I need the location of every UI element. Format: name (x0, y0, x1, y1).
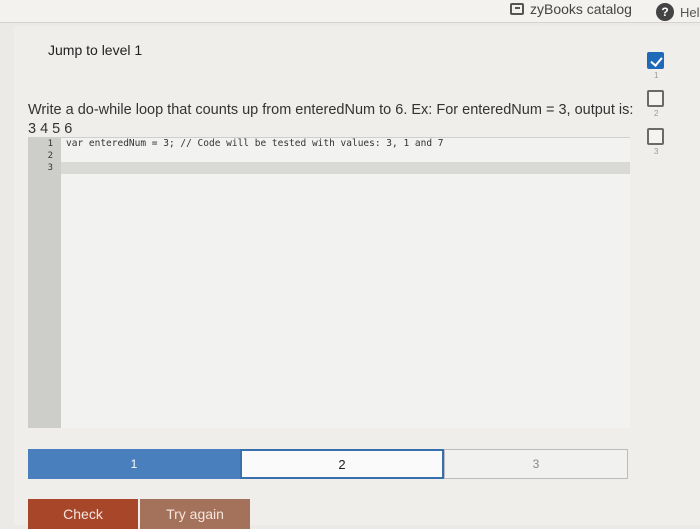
zybooks-catalog-link[interactable]: zyBooks catalog (510, 0, 632, 18)
progress-segment-3[interactable]: 3 (444, 449, 628, 479)
code-line-current[interactable] (61, 162, 630, 174)
level-title: Jump to level 1 (48, 42, 143, 58)
level-indicator-3[interactable]: 3 (644, 128, 674, 166)
progress-segment-1[interactable]: 1 (28, 449, 240, 479)
progress-segment-2[interactable]: 2 (240, 449, 444, 479)
help-link[interactable]: ? Help (656, 3, 700, 21)
code-area[interactable]: var enteredNum = 3; // Code will be test… (61, 138, 630, 174)
level-indicator-1[interactable]: 1 (644, 52, 674, 90)
level-number: 2 (654, 109, 659, 118)
help-label: Help (680, 4, 700, 20)
empty-checkbox-icon (647, 128, 664, 145)
help-icon: ? (656, 3, 674, 21)
empty-checkbox-icon (647, 90, 664, 107)
activity-prompt: Write a do-while loop that counts up fro… (28, 102, 634, 137)
code-line[interactable] (66, 150, 630, 162)
level-indicator-2[interactable]: 2 (644, 90, 674, 128)
code-editor[interactable]: 1 2 3 var enteredNum = 3; // Code will b… (28, 137, 630, 428)
level-number: 1 (654, 71, 659, 80)
book-icon (510, 3, 524, 15)
level-progress-bar: 1 2 3 (28, 449, 628, 483)
top-bar: zyBooks catalog ? Help (0, 0, 700, 23)
level-number: 3 (654, 147, 659, 156)
catalog-label: zyBooks catalog (530, 1, 632, 17)
line-number: 3 (47, 163, 53, 173)
line-number: 2 (47, 151, 53, 161)
checkmark-icon (647, 52, 664, 69)
line-number: 1 (47, 139, 53, 149)
line-number-gutter: 1 2 3 (28, 138, 61, 428)
level-checklist: 1 2 3 (644, 52, 674, 166)
code-line[interactable]: var enteredNum = 3; // Code will be test… (66, 138, 630, 150)
